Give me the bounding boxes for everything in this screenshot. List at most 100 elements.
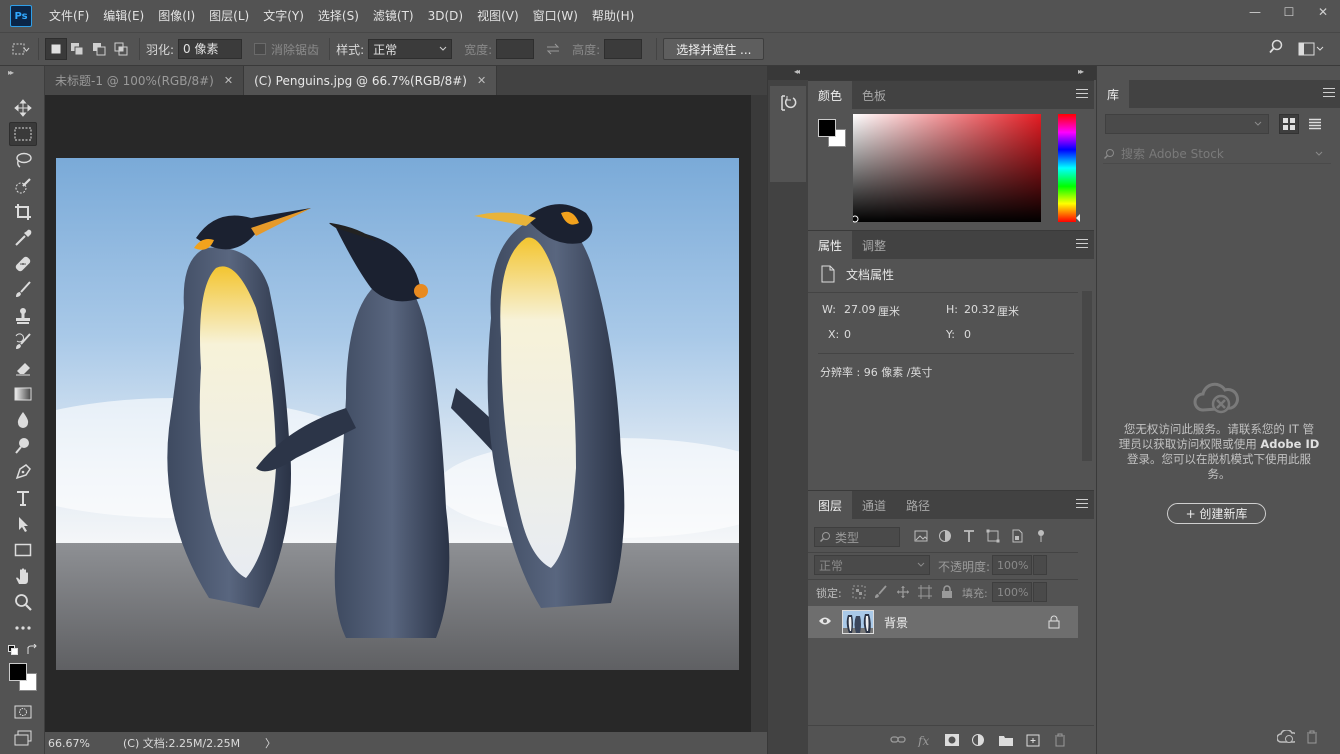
opacity-dropdown[interactable] [1033, 555, 1047, 575]
history-brush-tool-icon[interactable] [9, 330, 37, 354]
clone-stamp-tool-icon[interactable] [9, 304, 37, 328]
rectangular-marquee-tool-icon[interactable] [9, 122, 37, 146]
list-view-icon[interactable] [1305, 114, 1325, 134]
add-selection-icon[interactable] [67, 38, 89, 60]
type-filter-icon[interactable] [962, 529, 976, 543]
tab-paths[interactable]: 路径 [896, 491, 940, 519]
panel-menu-icon[interactable] [1076, 239, 1088, 249]
menu-help[interactable]: 帮助(H) [585, 0, 641, 32]
shape-filter-icon[interactable] [986, 529, 1000, 543]
new-layer-icon[interactable] [1025, 733, 1041, 747]
maximize-button[interactable]: ☐ [1272, 0, 1306, 24]
width-value[interactable]: 27.09 [844, 303, 876, 316]
zoom-level[interactable]: 66.67% [48, 737, 114, 750]
create-library-button[interactable]: + 创建新库 [1167, 503, 1266, 524]
more-tools-icon[interactable] [9, 616, 37, 640]
zoom-tool-icon[interactable] [9, 590, 37, 614]
lock-position-icon[interactable] [896, 585, 910, 599]
tab-swatches[interactable]: 色板 [852, 81, 896, 109]
collapse-toolbar-icon[interactable]: ▸▸ [8, 68, 14, 77]
close-icon[interactable]: ✕ [477, 74, 486, 87]
healing-brush-tool-icon[interactable] [9, 252, 37, 276]
type-tool-icon[interactable] [9, 486, 37, 510]
collapse-panels-icon[interactable]: ▸▸ [1078, 67, 1084, 76]
fill-dropdown[interactable] [1033, 582, 1047, 602]
color-panel-fg-swatch[interactable] [818, 119, 836, 137]
trash-icon[interactable] [1052, 733, 1068, 747]
eye-icon[interactable] [818, 616, 832, 626]
layer-row[interactable]: 背景 [808, 606, 1078, 638]
tab-color[interactable]: 颜色 [808, 81, 853, 109]
grid-view-icon[interactable] [1279, 114, 1299, 134]
canvas-area[interactable] [45, 95, 751, 732]
search-icon[interactable] [1268, 39, 1284, 58]
hand-tool-icon[interactable] [9, 564, 37, 588]
filter-toggle-icon[interactable] [1034, 529, 1048, 543]
opacity-input[interactable]: 100% [992, 555, 1032, 575]
panel-menu-icon[interactable] [1076, 499, 1088, 509]
height-value[interactable]: 20.32 [964, 303, 996, 316]
eraser-tool-icon[interactable] [9, 356, 37, 380]
marquee-preset-icon[interactable] [10, 38, 32, 60]
gradient-tool-icon[interactable] [9, 382, 37, 406]
library-select[interactable] [1105, 114, 1269, 134]
quick-selection-tool-icon[interactable] [9, 174, 37, 198]
cloud-sync-icon[interactable] [1277, 730, 1295, 744]
menu-image[interactable]: 图像(I) [151, 0, 202, 32]
vertical-scrollbar[interactable] [751, 95, 767, 732]
tab-penguins[interactable]: (C) Penguins.jpg @ 66.7%(RGB/8#) ✕ [244, 66, 498, 95]
tab-properties[interactable]: 属性 [808, 231, 853, 259]
height-input[interactable] [604, 39, 643, 59]
pen-tool-icon[interactable] [9, 460, 37, 484]
new-selection-icon[interactable] [45, 38, 67, 60]
style-select[interactable]: 正常 [368, 39, 453, 59]
antialias-checkbox[interactable] [254, 43, 267, 55]
move-tool-icon[interactable] [9, 96, 37, 120]
pixel-filter-icon[interactable] [914, 529, 928, 543]
workspace-switcher-icon[interactable] [1298, 42, 1324, 56]
tab-library[interactable]: 库 [1097, 80, 1130, 108]
menu-window[interactable]: 窗口(W) [526, 0, 585, 32]
menu-layer[interactable]: 图层(L) [202, 0, 256, 32]
fx-icon[interactable]: fx [917, 733, 933, 747]
lock-artboard-icon[interactable] [918, 585, 932, 599]
smart-object-filter-icon[interactable] [1010, 529, 1024, 543]
panel-menu-icon[interactable] [1323, 88, 1335, 98]
adobe-id-link[interactable]: Adobe ID [1260, 437, 1319, 451]
feather-input[interactable]: 0 像素 [178, 39, 243, 59]
tab-channels[interactable]: 通道 [852, 491, 896, 519]
tab-layers[interactable]: 图层 [808, 491, 853, 519]
layer-name[interactable]: 背景 [884, 614, 908, 631]
width-input[interactable] [496, 39, 535, 59]
menu-type[interactable]: 文字(Y) [256, 0, 311, 32]
color-swatches[interactable] [9, 663, 39, 693]
close-window-button[interactable]: ✕ [1306, 0, 1340, 24]
lock-transparent-icon[interactable] [852, 585, 866, 599]
crop-tool-icon[interactable] [9, 200, 37, 224]
library-search[interactable]: 搜索 Adobe Stock [1103, 144, 1331, 164]
dodge-tool-icon[interactable] [9, 434, 37, 458]
lock-all-icon[interactable] [940, 585, 954, 599]
menu-file[interactable]: 文件(F) [42, 0, 96, 32]
new-group-icon[interactable] [998, 733, 1014, 747]
screen-mode-icon[interactable] [9, 726, 37, 750]
adjustment-layer-icon[interactable] [971, 733, 987, 747]
blend-mode-select[interactable]: 正常 [814, 555, 930, 575]
fill-input[interactable]: 100% [992, 582, 1032, 602]
lock-pixels-icon[interactable] [874, 585, 888, 599]
select-and-mask-button[interactable]: 选择并遮住 ... [663, 38, 765, 60]
lasso-tool-icon[interactable] [9, 148, 37, 172]
rectangle-tool-icon[interactable] [9, 538, 37, 562]
minimize-button[interactable]: — [1238, 0, 1272, 24]
status-menu-arrow-icon[interactable]: 〉 [265, 735, 276, 751]
menu-3d[interactable]: 3D(D) [421, 0, 470, 32]
eyedropper-tool-icon[interactable] [9, 226, 37, 250]
foreground-color-swatch[interactable] [9, 663, 27, 681]
link-layers-icon[interactable] [890, 733, 906, 747]
menu-view[interactable]: 视图(V) [470, 0, 526, 32]
y-value[interactable]: 0 [964, 328, 971, 341]
menu-filter[interactable]: 滤镜(T) [366, 0, 421, 32]
delete-library-icon[interactable] [1305, 730, 1319, 744]
menu-edit[interactable]: 编辑(E) [96, 0, 151, 32]
color-panel-swatches[interactable] [818, 119, 848, 149]
